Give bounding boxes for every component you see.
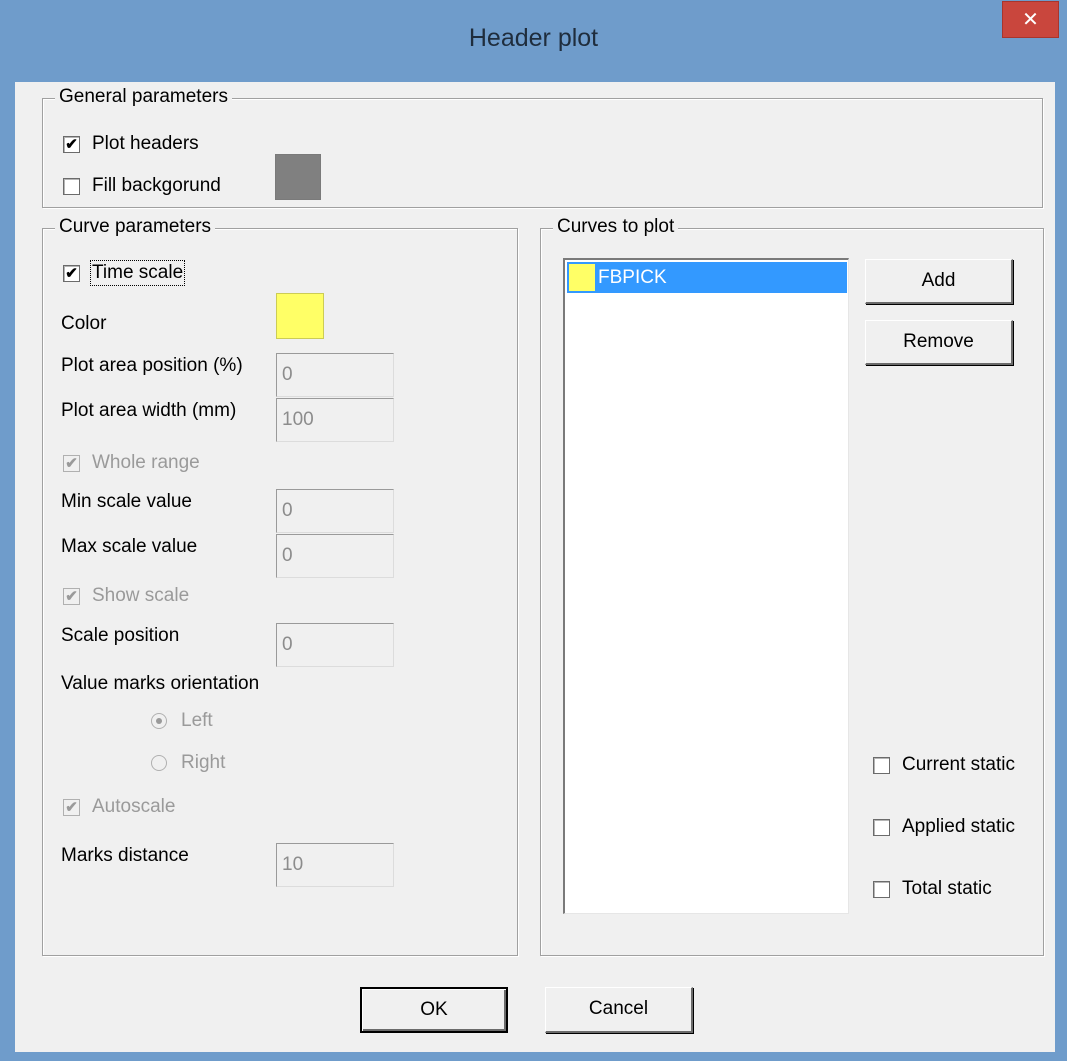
orientation-right-label: Right [181, 752, 226, 773]
fill-background-row[interactable]: Fill backgorund [63, 175, 221, 197]
plot-headers-checkbox[interactable] [63, 135, 80, 153]
close-button[interactable]: ✕ [1002, 1, 1059, 38]
applied-static-checkbox[interactable] [873, 818, 890, 836]
whole-range-checkbox [63, 454, 80, 472]
fill-background-checkbox[interactable] [63, 177, 80, 195]
general-parameters-legend: General parameters [55, 86, 232, 108]
ok-button[interactable]: OK [360, 987, 508, 1033]
curve-parameters-group: Curve parameters Time scale Color Plot a… [42, 216, 518, 956]
max-scale-field[interactable]: 0 [276, 534, 394, 578]
max-scale-label: Max scale value [61, 536, 198, 557]
scale-position-field[interactable]: 0 [276, 623, 394, 667]
autoscale-checkbox [63, 798, 80, 816]
remove-button[interactable]: Remove [865, 320, 1013, 365]
orientation-left-label: Left [181, 710, 213, 731]
color-label: Color [61, 313, 107, 334]
plot-headers-label[interactable]: Plot headers [92, 133, 199, 155]
orientation-right-row: Right [151, 752, 225, 774]
applied-static-row[interactable]: Applied static [873, 816, 1015, 838]
fill-background-label[interactable]: Fill backgorund [92, 175, 221, 197]
time-scale-checkbox[interactable] [63, 264, 80, 282]
plot-area-position-field[interactable]: 0 [276, 353, 394, 397]
whole-range-label: Whole range [92, 452, 200, 473]
min-scale-field[interactable]: 0 [276, 489, 394, 533]
dialog-window: Header plot ✕ General parameters Plot he… [0, 0, 1067, 1061]
whole-range-row: Whole range [63, 452, 200, 474]
plot-area-width-field[interactable]: 100 [276, 398, 394, 442]
cancel-button[interactable]: Cancel [545, 987, 693, 1033]
show-scale-label: Show scale [92, 585, 190, 606]
autoscale-label: Autoscale [92, 796, 176, 817]
orientation-right-radio [151, 755, 167, 771]
add-button[interactable]: Add [865, 259, 1013, 304]
marks-distance-label: Marks distance [61, 845, 189, 866]
scale-position-label: Scale position [61, 625, 180, 646]
time-scale-label[interactable]: Time scale [89, 260, 186, 286]
curve-parameters-legend: Curve parameters [55, 216, 216, 238]
show-scale-row: Show scale [63, 585, 189, 607]
orientation-left-radio [151, 713, 167, 729]
orientation-left-row: Left [151, 710, 213, 732]
current-static-row[interactable]: Current static [873, 754, 1015, 776]
value-marks-orientation-label: Value marks orientation [61, 673, 260, 694]
curves-to-plot-legend: Curves to plot [553, 216, 679, 238]
total-static-checkbox[interactable] [873, 880, 890, 898]
time-scale-row[interactable]: Time scale [63, 260, 186, 286]
dialog-body: General parameters Plot headers Fill bac… [15, 82, 1055, 1052]
plot-area-position-label: Plot area position (%) [61, 355, 243, 376]
curves-listbox[interactable]: FBPICK [563, 258, 849, 914]
title-bar[interactable]: Header plot ✕ [0, 0, 1067, 82]
marks-distance-field[interactable]: 10 [276, 843, 394, 887]
list-item[interactable]: FBPICK [567, 262, 847, 293]
window-title: Header plot [468, 24, 599, 52]
total-static-label[interactable]: Total static [902, 878, 992, 900]
plot-headers-row[interactable]: Plot headers [63, 133, 199, 155]
show-scale-checkbox [63, 587, 80, 605]
plot-area-width-label: Plot area width (mm) [61, 400, 237, 421]
curve-color-swatch[interactable] [276, 293, 324, 339]
total-static-row[interactable]: Total static [873, 878, 992, 900]
autoscale-row: Autoscale [63, 796, 175, 818]
min-scale-label: Min scale value [61, 491, 192, 512]
current-static-checkbox[interactable] [873, 756, 890, 774]
curve-color-indicator [569, 264, 595, 291]
current-static-label[interactable]: Current static [902, 754, 1015, 776]
applied-static-label[interactable]: Applied static [902, 816, 1015, 838]
background-color-swatch[interactable] [275, 154, 321, 200]
list-item-label[interactable]: FBPICK [598, 267, 667, 289]
general-parameters-group: General parameters Plot headers Fill bac… [42, 86, 1043, 208]
